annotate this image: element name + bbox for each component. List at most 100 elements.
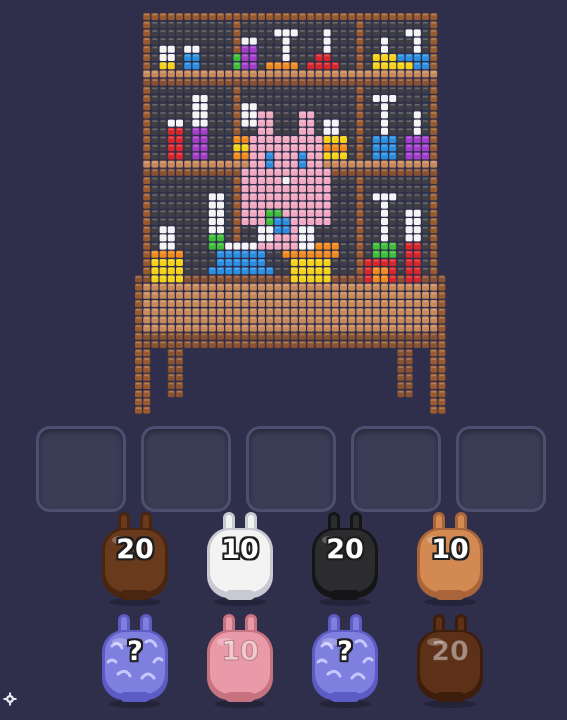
settings-icon[interactable] (3, 692, 17, 706)
pixel-highlight (300, 54, 305, 57)
pixel-highlight (160, 153, 166, 155)
pixel-highlight (136, 325, 141, 327)
pixel-highlight (390, 71, 395, 73)
pixel-highlight (316, 317, 322, 319)
pixel-highlight (332, 284, 338, 286)
pixel-highlight (349, 235, 354, 237)
bunny-piece[interactable]: ? (308, 612, 382, 708)
pixel-highlight (357, 128, 363, 131)
bunny-piece[interactable]: 20 (98, 510, 172, 606)
pixel-highlight (201, 284, 207, 286)
pixel-highlight (373, 333, 379, 336)
pixel-highlight (291, 227, 297, 229)
pixel-highlight (177, 341, 182, 344)
pixel-highlight (152, 235, 158, 237)
pixel-highlight (357, 136, 363, 139)
pixel-highlight (177, 63, 182, 65)
pixel-highlight (250, 227, 256, 229)
holding-slot-2[interactable] (141, 426, 231, 512)
pixel-highlight (267, 112, 272, 114)
pixel-highlight (177, 128, 182, 131)
pixel-highlight (308, 259, 313, 262)
pixel-highlight (144, 210, 149, 213)
pixel-highlight (152, 104, 158, 106)
pixel-highlight (185, 63, 190, 65)
pixel-highlight (308, 210, 313, 213)
pixel-highlight (365, 120, 371, 122)
bunny-piece[interactable]: 10 (413, 510, 487, 606)
pixel-highlight (283, 276, 289, 278)
pixel-highlight (365, 46, 371, 49)
pixel-highlight (373, 251, 379, 254)
pixel-highlight (414, 186, 420, 188)
pixel-highlight (193, 112, 199, 114)
pixel-highlight (144, 104, 149, 106)
pixel-highlight (324, 136, 330, 139)
pixel-highlight (193, 259, 199, 262)
pixel-highlight (193, 317, 199, 319)
bunny-piece[interactable]: 20 (308, 510, 382, 606)
pixel-highlight (300, 71, 305, 73)
pixel-highlight (390, 309, 395, 311)
bunny-piece[interactable]: ? (98, 612, 172, 708)
pixel-highlight (316, 251, 322, 254)
pixel-highlight (406, 317, 412, 319)
pixel-highlight (390, 145, 395, 147)
pixel-highlight (226, 22, 231, 24)
pixel-highlight (365, 292, 371, 295)
pixel-highlight (275, 309, 281, 311)
pixel-highlight (275, 87, 281, 90)
pixel-highlight (160, 309, 166, 311)
pixel-highlight (275, 333, 281, 336)
pixel-highlight (218, 333, 223, 336)
pixel-highlight (398, 235, 404, 237)
pixel-highlight (316, 235, 322, 237)
pixel-highlight (308, 292, 313, 295)
pixel-highlight (218, 95, 223, 98)
pixel-highlight (136, 276, 141, 278)
pixel-highlight (390, 63, 395, 65)
pixel-highlight (259, 341, 264, 344)
pixel-highlight (226, 79, 231, 81)
pixel-highlight (324, 87, 330, 90)
pixel-highlight (185, 317, 190, 319)
pixel-highlight (234, 325, 240, 327)
pixel-highlight (291, 87, 297, 90)
pixel-highlight (341, 243, 346, 245)
pixel-highlight (414, 292, 420, 295)
holding-slot-5[interactable] (456, 426, 546, 512)
pixel-highlight (300, 227, 305, 229)
pixel-highlight (234, 227, 240, 229)
pixel-highlight (431, 104, 436, 106)
pixel-highlight (357, 309, 363, 311)
pixel-highlight (168, 13, 174, 16)
pixel-highlight (423, 145, 428, 147)
pixel-highlight (193, 218, 199, 221)
pixel-highlight (250, 104, 256, 106)
pixel-highlight (324, 251, 330, 254)
holding-slot-3[interactable] (246, 426, 336, 512)
pixel-highlight (185, 309, 190, 311)
pixel-highlight (382, 292, 387, 295)
pixel-highlight (168, 161, 174, 163)
pixel-highlight (414, 210, 420, 213)
pixel-highlight (398, 382, 404, 385)
pixel-highlight (234, 251, 240, 254)
bunny-piece[interactable]: 10 (203, 510, 277, 606)
pixel-highlight (185, 128, 190, 131)
pixel-highlight (398, 202, 404, 204)
holding-slot-4[interactable] (351, 426, 441, 512)
pixel-highlight (218, 128, 223, 131)
pixel-highlight (398, 153, 404, 155)
pixel-highlight (160, 145, 166, 147)
pixel-highlight (267, 104, 272, 106)
pixel-highlight (390, 112, 395, 114)
pixel-highlight (201, 210, 207, 213)
pixel-highlight (250, 292, 256, 295)
holding-slot-1[interactable] (36, 426, 126, 512)
pixel-highlight (332, 292, 338, 295)
pixel-highlight (152, 161, 158, 163)
pixel-highlight (201, 79, 207, 81)
pixel-highlight (324, 63, 330, 65)
pixel-highlight (177, 243, 182, 245)
